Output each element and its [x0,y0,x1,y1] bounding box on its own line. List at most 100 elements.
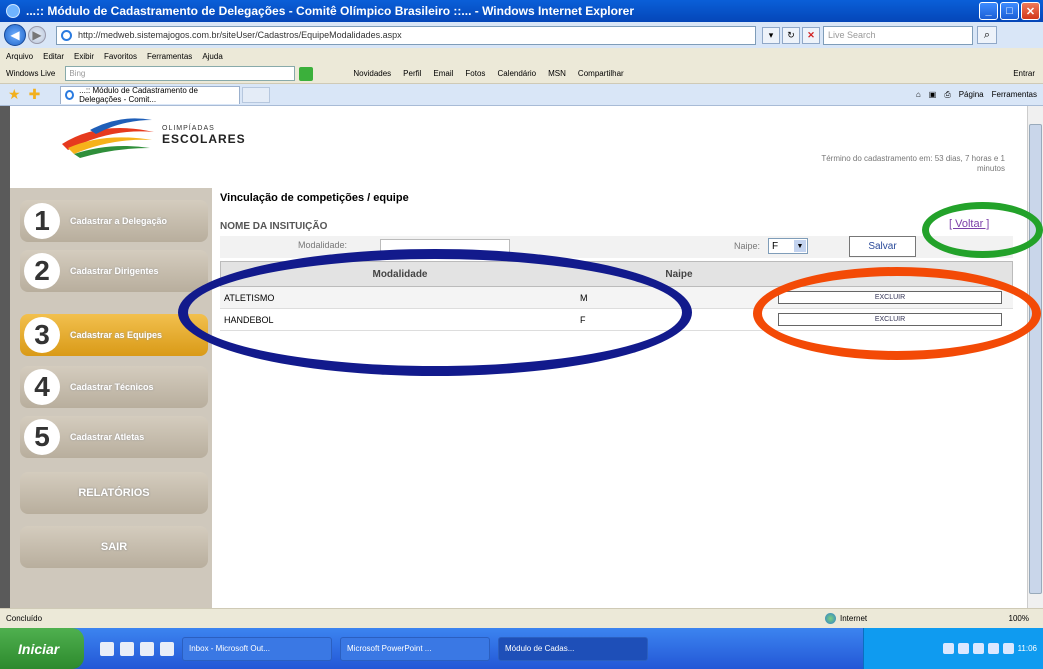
zoom-level[interactable]: 100% [1009,614,1029,623]
taskbar-item-ie[interactable]: Módulo de Cadas... [498,636,648,661]
zone-text: Internet [840,614,868,623]
sidebar-item-tecnicos[interactable]: 4 Cadastrar Técnicos [20,366,208,408]
menu-ferramentas[interactable]: Ferramentas [147,52,192,61]
page-left-border [0,106,10,608]
ie-page-icon [61,29,72,41]
tray-icon[interactable] [987,643,999,654]
taskbar: Iniciar Inbox - Microsoft Out... Microso… [0,628,1043,669]
exit-button[interactable]: SAIR [20,526,208,568]
address-input[interactable]: http://medweb.sistemajogos.com.br/siteUs… [56,25,756,45]
menu-favoritos[interactable]: Favoritos [104,52,137,61]
taskbar-item-outlook[interactable]: Inbox - Microsoft Out... [182,636,332,661]
live-link-perfil[interactable]: Perfil [403,69,421,78]
sidebar-item-label: Cadastrar Técnicos [70,381,154,392]
sidebar-item-dirigentes[interactable]: 2 Cadastrar Dirigentes [20,250,208,292]
chevron-down-icon[interactable]: ▼ [794,240,806,252]
save-button[interactable]: Salvar [849,236,916,257]
olympics-logo-icon [62,118,154,158]
home-icon[interactable]: ⌂ [916,90,921,100]
globe-icon [825,613,836,624]
sidebar: 1 Cadastrar a Delegação 2 Cadastrar Diri… [10,188,212,608]
site-header: OLIMPÍADAS ESCOLARES [60,110,246,160]
favorites-star-icon[interactable]: ★ [8,86,21,103]
logo-text: OLIMPÍADAS ESCOLARES [162,125,246,146]
live-link-compartilhar[interactable]: Compartilhar [578,69,624,78]
menu-bar: Arquivo Editar Exibir Favoritos Ferramen… [0,48,1043,64]
address-bar-row: ◀ ▶ http://medweb.sistemajogos.com.br/si… [0,22,1043,48]
add-favorites-icon[interactable]: ✚ [29,86,41,103]
live-link-fotos[interactable]: Fotos [465,69,485,78]
maximize-button[interactable]: □ [1000,2,1019,20]
window-titlebar: ...:: Módulo de Cadastramento de Delegaç… [0,0,1043,22]
minimize-button[interactable]: _ [979,2,998,20]
menu-ajuda[interactable]: Ajuda [202,52,222,61]
media-icon[interactable] [160,641,174,656]
institution-label: NOME DA INSITUIÇÃO [220,221,328,232]
scrollbar-thumb[interactable] [1029,124,1042,594]
refresh-icon[interactable]: ↻ [782,26,800,44]
taskbar-item-powerpoint[interactable]: Microsoft PowerPoint ... [340,636,490,661]
live-search-input[interactable]: Live Search [823,25,973,45]
window-title: ...:: Módulo de Cadastramento de Delegaç… [26,4,634,18]
annotation-ellipse-modalidades [178,249,692,376]
tools-menu[interactable]: Ferramentas [992,90,1037,100]
url-text: http://medweb.sistemajogos.com.br/siteUs… [78,30,402,40]
security-zone: Internet [825,613,867,624]
step-number: 5 [24,419,60,455]
menu-editar[interactable]: Editar [43,52,64,61]
reports-button[interactable]: RELATÓRIOS [20,472,208,514]
sidebar-item-label: Cadastrar Dirigentes [70,265,159,276]
tray-icon[interactable] [942,643,954,654]
sidebar-item-delegacao[interactable]: 1 Cadastrar a Delegação [20,200,208,242]
quick-launch [100,641,174,656]
logo-small-text: OLIMPÍADAS [162,124,215,132]
ie-quicklaunch-icon[interactable] [120,641,134,656]
step-number: 3 [24,317,60,353]
system-tray: 11:06 [863,628,1043,669]
close-button[interactable]: ✕ [1021,2,1040,20]
print-icon[interactable]: ⎙ [944,90,950,100]
windows-live-brand[interactable]: Windows Live [6,69,55,78]
tab-current[interactable]: ...:: Módulo de Cadastramento de Delegaç… [60,85,241,104]
tab-title: ...:: Módulo de Cadastramento de Delegaç… [79,86,198,104]
search-icon[interactable]: ⌕ [977,26,997,44]
naipe-select[interactable]: F ▼ [768,238,808,254]
vertical-scrollbar[interactable] [1027,106,1043,608]
menu-arquivo[interactable]: Arquivo [6,52,33,61]
annotation-ellipse-voltar [922,202,1043,258]
tray-icon[interactable] [1002,643,1014,654]
logo-big-text: ESCOLARES [162,131,246,146]
stop-icon[interactable]: ✕ [802,26,820,44]
menu-exibir[interactable]: Exibir [74,52,94,61]
sidebar-item-label: Cadastrar Atletas [70,431,145,442]
forward-button[interactable]: ▶ [28,26,46,44]
page-menu[interactable]: Página [959,90,984,100]
new-tab-button[interactable] [242,86,271,103]
naipe-label: Naipe: [734,241,761,251]
address-buttons: ▾ ↻ ✕ [762,26,820,44]
signin-button[interactable]: Entrar [1013,69,1035,78]
dropdown-arrow-icon[interactable]: ▾ [762,26,780,44]
live-link-calendario[interactable]: Calendário [497,69,536,78]
step-number: 4 [24,369,60,405]
sidebar-item-atletas[interactable]: 5 Cadastrar Atletas [20,416,208,458]
bing-search-input[interactable]: Bing [65,66,296,81]
tab-tools: ⌂ ▣ ⎙ Página Ferramentas [916,90,1037,100]
start-button[interactable]: Iniciar [0,628,84,669]
page-title: Vinculação de competições / equipe [220,192,409,204]
live-link-msn[interactable]: MSN [548,69,566,78]
step-number: 2 [24,253,60,289]
tray-icon[interactable] [957,643,969,654]
outlook-icon[interactable] [140,641,154,656]
live-link-novidades[interactable]: Novidades [353,69,391,78]
feeds-icon[interactable]: ▣ [929,90,937,100]
desktop-icon[interactable] [100,641,114,656]
windows-live-toolbar: Windows Live Bing Novidades Perfil Email… [0,64,1043,84]
naipe-value: F [772,240,779,252]
tray-icon[interactable] [972,643,984,654]
modalidade-label: Modalidade: [298,240,348,250]
live-link-email[interactable]: Email [433,69,453,78]
back-button[interactable]: ◀ [4,24,26,46]
bing-go-icon[interactable] [299,66,314,81]
ie-tab-icon [65,90,75,100]
